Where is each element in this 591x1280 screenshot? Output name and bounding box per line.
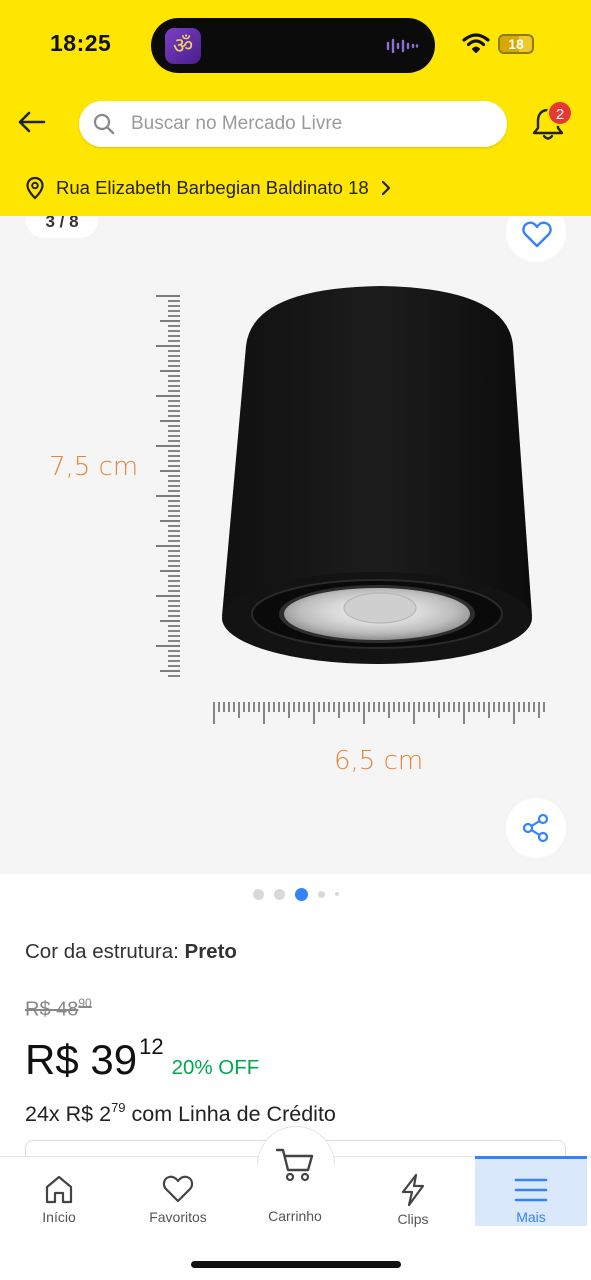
nav-inicio[interactable]: Início	[3, 1157, 115, 1227]
audio-wave-icon	[386, 38, 419, 54]
color-value: Preto	[184, 940, 237, 963]
nav-label: Favoritos	[149, 1209, 207, 1225]
product-image	[156, 286, 545, 724]
home-icon	[45, 1175, 73, 1204]
price-row: R$ 3912 20% OFF	[25, 1034, 259, 1084]
delivery-location[interactable]: Rua Elizabeth Barbegian Baldinato 18	[24, 172, 393, 204]
chevron-right-icon	[381, 180, 390, 196]
current-price: R$ 3912	[25, 1034, 164, 1083]
pagination-dot-active[interactable]	[294, 887, 308, 901]
search-box[interactable]	[79, 101, 507, 147]
location-text: Rua Elizabeth Barbegian Baldinato 18	[56, 177, 369, 198]
app-icon[interactable]: ॐ	[165, 28, 201, 64]
notification-badge: 2	[547, 100, 573, 126]
pagination-dot[interactable]	[273, 888, 285, 900]
nav-label: Mais	[516, 1209, 546, 1225]
app-header: 18:25 ॐ 18 2	[0, 0, 591, 216]
nav-label: Início	[42, 1209, 76, 1225]
heart-icon	[162, 1175, 194, 1203]
home-indicator	[191, 1261, 401, 1268]
nav-label: Clips	[397, 1211, 429, 1227]
wifi-icon	[462, 33, 490, 53]
dynamic-island: ॐ	[151, 18, 435, 73]
color-variant[interactable]: Cor da estrutura: Preto	[25, 940, 237, 964]
product-image-gallery[interactable]: 3 / 8 7,5 cm 6,5 cm	[0, 216, 591, 874]
width-dimension-label: 6,5 cm	[334, 746, 424, 776]
heart-icon	[522, 221, 552, 248]
battery-level: 18	[508, 36, 524, 52]
battery-icon: 18	[498, 34, 534, 54]
nav-mais[interactable]: Mais	[475, 1156, 587, 1226]
status-time: 18:25	[50, 30, 112, 56]
gallery-pagination	[0, 884, 591, 904]
pagination-dot[interactable]	[334, 892, 339, 896]
discount-badge: 20% OFF	[171, 1056, 260, 1079]
pagination-dot[interactable]	[317, 890, 325, 898]
back-arrow-icon[interactable]	[14, 104, 50, 140]
color-label: Cor da estrutura:	[25, 940, 185, 963]
nav-clips[interactable]: Clips	[357, 1157, 469, 1227]
menu-icon	[514, 1178, 548, 1202]
lightning-icon	[401, 1173, 425, 1207]
height-dimension-label: 7,5 cm	[49, 452, 139, 482]
nav-favoritos[interactable]: Favoritos	[122, 1157, 234, 1227]
share-button[interactable]	[506, 798, 566, 858]
image-counter: 3 / 8	[26, 216, 98, 238]
pagination-dot[interactable]	[252, 888, 264, 900]
original-price: R$ 4890	[25, 996, 92, 1021]
nav-carrinho[interactable]: Carrinho	[239, 1148, 351, 1226]
nav-label: Carrinho	[268, 1208, 322, 1224]
search-input[interactable]	[131, 101, 491, 147]
cart-icon	[275, 1148, 314, 1182]
share-icon	[522, 813, 549, 843]
search-icon	[93, 113, 115, 135]
installment-info: 24x R$ 279 com Linha de Crédito	[25, 1100, 336, 1126]
pin-icon	[26, 176, 44, 200]
